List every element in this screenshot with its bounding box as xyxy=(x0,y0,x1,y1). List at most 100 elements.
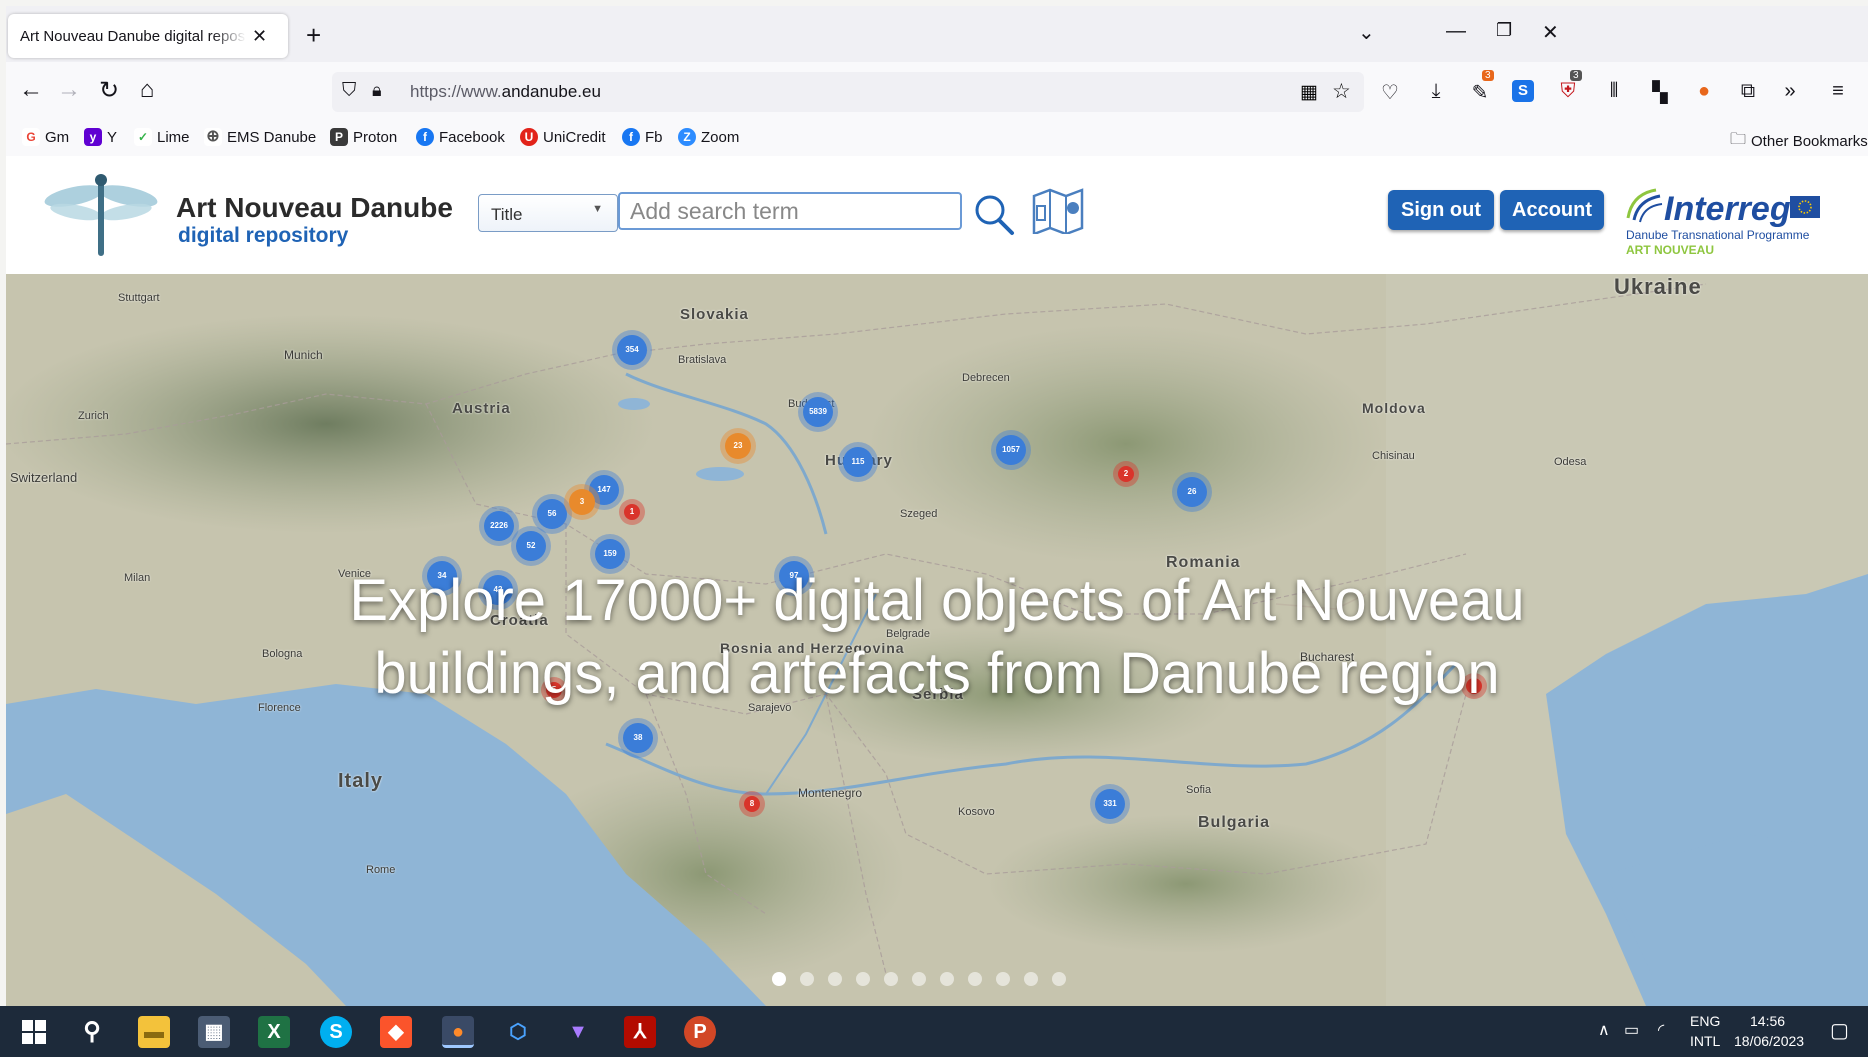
privacy-extension-icon[interactable]: ● xyxy=(1690,80,1718,103)
pocket-icon[interactable]: ♡ xyxy=(1376,80,1404,105)
qr-code-icon[interactable]: ▦ xyxy=(1300,81,1318,104)
slider-dot[interactable] xyxy=(828,972,842,986)
keyboard-layout[interactable]: INTL xyxy=(1690,1033,1720,1049)
home-icon[interactable]: ⌂ xyxy=(132,76,162,104)
eu-flag-icon xyxy=(1790,196,1820,218)
map-cluster-marker[interactable]: 23 xyxy=(725,433,751,459)
url-text[interactable]: https://www.andanube.eu xyxy=(410,82,601,102)
app-cube-icon[interactable]: ⬡ xyxy=(502,1016,534,1048)
tracking-protection-icon[interactable]: ⛉ xyxy=(342,80,356,102)
map-cluster-marker[interactable]: 3 xyxy=(569,489,595,515)
slider-dot[interactable] xyxy=(800,972,814,986)
menu-icon[interactable]: ≡ xyxy=(1824,80,1852,103)
map-label-bulgaria: Bulgaria xyxy=(1198,814,1271,831)
brave-icon[interactable]: ◆ xyxy=(380,1016,412,1048)
map-cluster-marker[interactable]: 26 xyxy=(1177,477,1207,507)
back-icon[interactable]: ← xyxy=(16,76,46,104)
close-window-button[interactable]: ✕ xyxy=(1542,20,1559,45)
bookmark-star-icon[interactable]: ☆ xyxy=(1332,79,1351,104)
url-prefix: https://www. xyxy=(410,82,502,101)
bookmark-gm[interactable]: G Gm xyxy=(22,128,69,146)
bookmark-lime[interactable]: ✓ Lime xyxy=(134,128,190,146)
overflow-icon[interactable]: » xyxy=(1776,80,1804,103)
extension-badge-icon[interactable]: ✎ 3 xyxy=(1466,70,1494,105)
tab-andanube[interactable]: Art Nouveau Danube digital reposito ✕ xyxy=(8,14,288,58)
bookmark-label: Zoom xyxy=(701,128,740,146)
slider-dot[interactable] xyxy=(772,972,786,986)
bookmark-zoom[interactable]: Z Zoom xyxy=(678,128,739,146)
bookmark-facebook[interactable]: f Facebook xyxy=(416,128,505,146)
bookmark-proton[interactable]: P Proton xyxy=(330,128,397,146)
forward-icon[interactable]: → xyxy=(54,76,84,104)
slider-dot[interactable] xyxy=(1024,972,1038,986)
slider-dot[interactable] xyxy=(1052,972,1066,986)
vpn-icon[interactable]: ▼ xyxy=(562,1016,594,1048)
search-icon[interactable] xyxy=(972,192,1016,236)
file-explorer-icon[interactable]: ▬ xyxy=(138,1016,170,1048)
powerpoint-icon[interactable]: P xyxy=(684,1016,716,1048)
search-field-select[interactable]: Title ▼ xyxy=(478,194,618,232)
language-code[interactable]: ENG xyxy=(1690,1013,1720,1029)
slider-dot[interactable] xyxy=(856,972,870,986)
windows-start-icon[interactable] xyxy=(18,1016,50,1048)
list-tabs-icon[interactable]: ⌄ xyxy=(1358,20,1375,45)
site-title[interactable]: Art Nouveau Danube xyxy=(176,192,453,224)
excel-icon[interactable]: X xyxy=(258,1016,290,1048)
apps-icon[interactable]: ▚ xyxy=(1646,80,1674,105)
slider-dot[interactable] xyxy=(912,972,926,986)
map-cluster-marker[interactable]: 354 xyxy=(617,335,647,365)
bookmark-ems-danube[interactable]: ⊕ EMS Danube xyxy=(204,128,316,146)
dragonfly-logo-icon[interactable] xyxy=(44,172,158,256)
other-bookmarks[interactable]: 🗀 Other Bookmarks xyxy=(1730,128,1868,155)
hero-map[interactable]: UkraineSlovakiaAustriaHungaryMoldovaSwit… xyxy=(6,274,1868,1006)
firefox-icon[interactable]: ● xyxy=(442,1016,474,1048)
lock-icon[interactable]: 🔒︎ xyxy=(372,80,382,101)
map-cluster-marker[interactable]: 2 xyxy=(1118,466,1134,482)
account-button[interactable]: Account xyxy=(1500,190,1604,230)
ublock-icon[interactable]: ⛨ 3 xyxy=(1554,70,1582,103)
map-cluster-marker[interactable]: 331 xyxy=(1095,789,1125,819)
map-cluster-marker[interactable]: 115 xyxy=(843,447,873,477)
downloads-icon[interactable]: ⤓ xyxy=(1422,80,1450,103)
site-subtitle[interactable]: digital repository xyxy=(178,224,348,248)
wifi-icon[interactable]: ◜ xyxy=(1658,1020,1664,1040)
tray-chevron-icon[interactable]: ∧ xyxy=(1598,1020,1610,1040)
slider-dot[interactable] xyxy=(968,972,982,986)
bookmark-fb[interactable]: f Fb xyxy=(622,128,663,146)
extensions-icon[interactable]: ⧉ xyxy=(1734,80,1762,103)
bookmark-unicredit[interactable]: U UniCredit xyxy=(520,128,606,146)
skype-icon[interactable]: S xyxy=(320,1016,352,1048)
notifications-icon[interactable]: ▢ xyxy=(1830,1018,1849,1043)
search-taskbar-icon[interactable]: ⚲ xyxy=(76,1016,108,1048)
map-cluster-marker[interactable]: 8 xyxy=(744,796,760,812)
close-tab-icon[interactable]: ✕ xyxy=(252,26,267,47)
map-cluster-marker[interactable]: 1057 xyxy=(996,435,1026,465)
slider-dot[interactable] xyxy=(884,972,898,986)
search-input[interactable]: Add search term xyxy=(618,192,962,230)
slider-dot[interactable] xyxy=(940,972,954,986)
map-search-icon[interactable] xyxy=(1028,184,1088,234)
interreg-logo[interactable]: Interreg Danube Transnational Programme … xyxy=(1622,182,1822,262)
library-icon[interactable]: ⦀ xyxy=(1600,80,1628,103)
map-cluster-marker[interactable]: 56 xyxy=(537,499,567,529)
map-cluster-marker[interactable]: 52 xyxy=(516,531,546,561)
map-cluster-marker[interactable]: 5839 xyxy=(803,397,833,427)
restore-button[interactable]: ❐ xyxy=(1496,20,1512,41)
reload-icon[interactable]: ↻ xyxy=(94,76,124,105)
map-label-kosovo: Kosovo xyxy=(958,806,995,818)
bookmark-y[interactable]: yY xyxy=(84,128,117,146)
sign-out-button[interactable]: Sign out xyxy=(1388,190,1494,230)
minimize-button[interactable]: — xyxy=(1446,20,1466,43)
address-bar[interactable]: ⛉ 🔒︎ https://www.andanube.eu ▦ ☆ xyxy=(332,72,1364,112)
acrobat-icon[interactable]: ⅄ xyxy=(624,1016,656,1048)
clock-date[interactable]: 18/06/2023 xyxy=(1734,1033,1804,1049)
map-cluster-marker[interactable]: 1 xyxy=(624,504,640,520)
slider-dot[interactable] xyxy=(996,972,1010,986)
map-cluster-marker[interactable]: 38 xyxy=(623,723,653,753)
battery-icon[interactable]: ▭ xyxy=(1624,1020,1639,1040)
map-cluster-marker[interactable]: 2226 xyxy=(484,511,514,541)
skype-extension-icon[interactable]: S xyxy=(1512,80,1534,102)
clock-time[interactable]: 14:56 xyxy=(1750,1013,1785,1029)
new-tab-button[interactable]: + xyxy=(306,20,321,51)
calculator-icon[interactable]: ▦ xyxy=(198,1016,230,1048)
